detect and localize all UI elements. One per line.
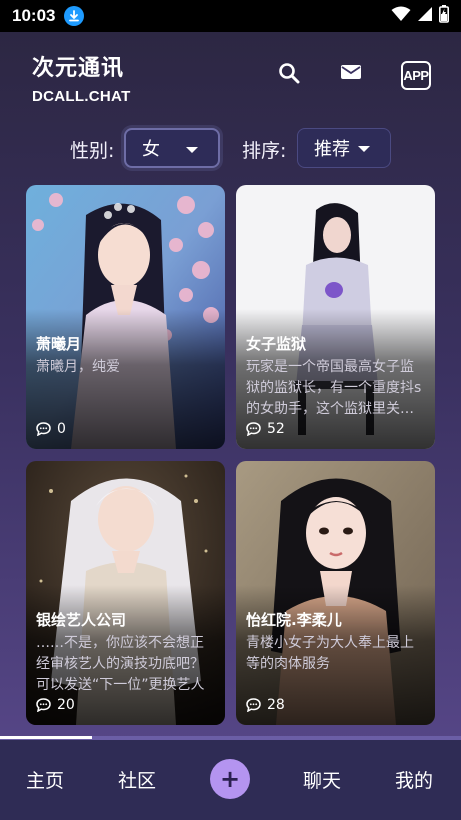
comment-count: 0	[36, 421, 66, 437]
card-title: 萧曦月	[36, 335, 82, 353]
comment-count-value: 52	[267, 421, 285, 437]
app-subtitle: DCALL.CHAT	[32, 88, 131, 105]
filter-bar: 性别: 女 排序: 推荐	[0, 124, 461, 172]
gender-select[interactable]: 女	[124, 128, 220, 168]
sort-select[interactable]: 推荐	[297, 128, 391, 168]
nav-mine[interactable]: 我的	[395, 766, 433, 793]
download-icon	[64, 6, 85, 26]
app-header: 次元通讯 DCALL.CHAT	[32, 50, 131, 105]
battery-icon	[439, 5, 449, 27]
status-bar: 10:03	[0, 0, 461, 32]
chevron-down-icon	[186, 147, 198, 153]
card-description: 青楼小女子为大人奉上最上等的肉体服务	[246, 635, 414, 672]
plus-icon: +	[219, 765, 241, 793]
chevron-down-icon	[358, 146, 370, 152]
gender-value: 女	[142, 139, 160, 160]
search-icon	[279, 63, 300, 84]
signal-icon	[417, 6, 433, 26]
sort-label: 排序:	[242, 140, 287, 162]
comment-count: 20	[36, 697, 75, 713]
character-card[interactable]: 银绘艺人公司 ……不是，你应该不会想正经审核艺人的演技功底吧？ 可以发送“下一位…	[26, 461, 225, 725]
bottom-nav: 主页 社区 + 聊天 我的	[0, 740, 461, 820]
mail-icon	[341, 65, 361, 79]
comment-icon	[36, 698, 51, 712]
comment-count: 52	[246, 421, 285, 437]
card-description: ……不是，你应该不会想正经审核艺人的演技功底吧？ 可以发送“下一位”更换艺人	[36, 635, 205, 693]
wifi-icon	[391, 6, 411, 26]
comment-count-value: 20	[57, 697, 75, 713]
app-icon: APP	[403, 68, 429, 83]
card-description: 玩家是一个帝国最高女子监狱的监狱长，有一个重度抖s的女助手，这个监狱里关押着	[246, 359, 422, 417]
comment-icon	[36, 422, 51, 436]
comment-icon	[246, 422, 261, 436]
comment-count-value: 28	[267, 697, 285, 713]
nav-community[interactable]: 社区	[118, 766, 156, 793]
character-card[interactable]: 怡红院.李柔儿 青楼小女子为大人奉上最上等的肉体服务 28	[236, 461, 435, 725]
create-button[interactable]: +	[210, 759, 250, 799]
mail-button[interactable]	[341, 64, 361, 80]
comment-count-value: 0	[57, 421, 66, 437]
status-time: 10:03	[12, 6, 56, 25]
app-title: 次元通讯	[32, 56, 125, 81]
tab-indicator	[0, 736, 92, 739]
character-card[interactable]: 萧曦月 萧曦月，纯爱 0	[26, 185, 225, 449]
card-description: 萧曦月，纯爱	[36, 359, 120, 375]
card-title: 女子监狱	[246, 335, 307, 353]
nav-chat[interactable]: 聊天	[303, 766, 341, 793]
gender-label: 性别:	[70, 140, 115, 162]
card-title: 怡红院.李柔儿	[246, 611, 342, 629]
comment-count: 28	[246, 697, 285, 713]
card-title: 银绘艺人公司	[36, 611, 127, 629]
sort-value: 推荐	[314, 139, 350, 160]
search-button[interactable]	[278, 62, 300, 84]
character-card[interactable]: 女子监狱 玩家是一个帝国最高女子监狱的监狱长，有一个重度抖s的女助手，这个监狱里…	[236, 185, 435, 449]
app-download-button[interactable]: APP	[401, 61, 431, 90]
comment-icon	[246, 698, 261, 712]
nav-home[interactable]: 主页	[26, 766, 64, 793]
